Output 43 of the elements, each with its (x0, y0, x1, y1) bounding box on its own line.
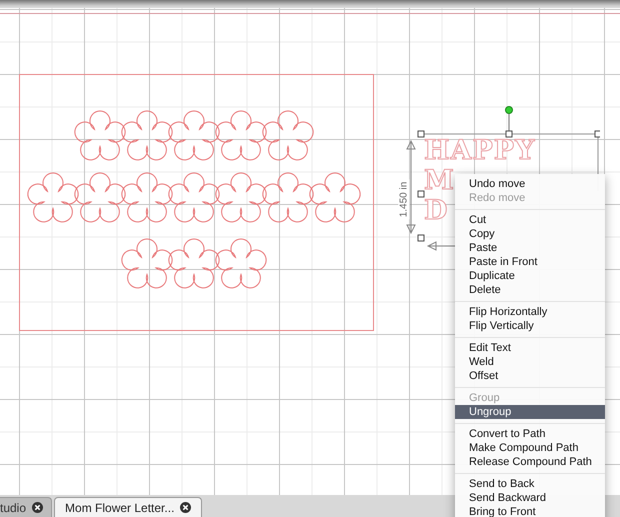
flower-shape (168, 238, 220, 288)
flower-shape (215, 172, 267, 222)
menu-item[interactable]: Bring to Front (455, 505, 605, 517)
outline-text: M (424, 166, 455, 196)
menu-item[interactable]: Release Compound Path (455, 455, 605, 469)
menu-item[interactable]: Copy (455, 227, 605, 241)
menu-item[interactable]: Ungroup (455, 405, 605, 419)
flower-shape (121, 110, 173, 160)
outline-text: HAPPY (424, 136, 536, 166)
menu-item[interactable]: Duplicate (455, 269, 605, 283)
flower-shape (262, 110, 314, 160)
flower-shape (74, 110, 126, 160)
menu-item[interactable]: Flip Horizontally (455, 305, 605, 319)
menu-item[interactable]: Weld (455, 355, 605, 369)
menu-item[interactable]: Send to Back (455, 477, 605, 491)
outline-text: D (424, 196, 448, 226)
menu-item[interactable]: Offset (455, 369, 605, 383)
menu-item[interactable]: Convert to Path (455, 427, 605, 441)
menu-item[interactable]: Delete (455, 283, 605, 297)
close-icon[interactable] (32, 502, 44, 513)
flower-shape (168, 172, 220, 222)
document-tab[interactable]: Mom Flower Letter... (54, 497, 202, 517)
menu-item[interactable]: Edit Text (455, 341, 605, 355)
flower-shape (27, 172, 79, 222)
menu-item[interactable]: Undo move (455, 177, 605, 191)
menu-item[interactable]: Make Compound Path (455, 441, 605, 455)
flower-shape (121, 172, 173, 222)
flower-shape (121, 238, 173, 288)
menu-item[interactable]: Paste (455, 241, 605, 255)
document-tab[interactable]: tudio (0, 497, 52, 517)
menu-item[interactable]: Send Backward (455, 491, 605, 505)
flower-shape (215, 110, 267, 160)
flower-shape (168, 110, 220, 160)
menu-item[interactable]: Paste in Front (455, 255, 605, 269)
menu-item[interactable]: Flip Vertically (455, 319, 605, 333)
dimension-label: 1.450 in (398, 180, 410, 220)
menu-item[interactable]: Cut (455, 213, 605, 227)
flower-shape (309, 172, 361, 222)
flower-shape (74, 172, 126, 222)
rotate-handle[interactable] (505, 106, 513, 114)
close-icon[interactable] (180, 502, 192, 513)
flower-shape (215, 238, 267, 288)
flower-shape (262, 172, 314, 222)
